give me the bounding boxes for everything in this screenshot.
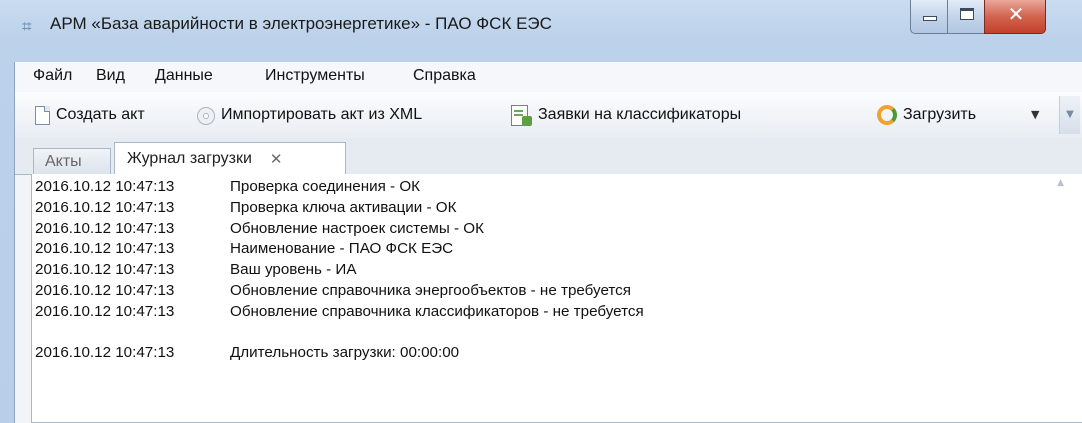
menu-tools[interactable]: Инструменты (265, 67, 365, 85)
create-act-button[interactable]: Создать акт (35, 102, 145, 128)
log-time: 2016.10.12 10:47:13 (35, 240, 175, 258)
log-message: Проверка соединения - ОК (230, 178, 420, 195)
log-entry: 2016.10.12 10:47:13 Обновление справочник… (35, 302, 644, 323)
log-time: 2016.10.12 10:47:13 (35, 302, 175, 320)
toolbar: Создать акт Импортировать акт из XML Зая… (15, 92, 1082, 139)
log-entry: 2016.10.12 10:47:13 Ваш уровень - ИА (35, 260, 644, 281)
import-disc-icon (195, 105, 215, 125)
log-entry: 2016.10.12 10:47:13 Проверка ключа актива… (35, 198, 644, 219)
log-message: Ваш уровень - ИА (230, 261, 357, 279)
close-icon: ✕ (1007, 2, 1025, 26)
load-log-panel[interactable]: ▲ 2016.10.12 10:47:13 Проверка соединения… (31, 174, 1082, 423)
log-message: Обновление настроек системы - ОК (230, 219, 484, 237)
document-icon (35, 105, 50, 125)
log-message: Проверка ключа активации - ОК (230, 198, 457, 216)
menu-bar: Файл Вид Данные Инструменты Справка (15, 62, 1082, 92)
log-entry: 2016.10.12 10:47:13 Наименование - ПАО ФС… (35, 239, 644, 260)
log-message: Обновление справочника энергообъектов - … (230, 281, 631, 299)
log-spacer (35, 323, 644, 344)
classifier-requests-button[interactable]: Заявки на классификаторы (510, 102, 741, 128)
tab-close-icon[interactable]: ✕ (270, 150, 283, 168)
log-entry: 2016.10.12 10:47:13 Обновление справочник… (35, 281, 644, 302)
load-button[interactable]: Загрузить (877, 102, 976, 128)
tab-load-log[interactable]: Журнал загрузки ✕ (114, 142, 346, 175)
menu-help[interactable]: Справка (413, 67, 476, 85)
log-entry: 2016.10.12 10:47:13 Проверка соединения -… (35, 177, 644, 198)
log-time: 2016.10.12 10:47:13 (35, 198, 175, 216)
log-message: Обновление справочника классификаторов -… (230, 302, 644, 320)
scroll-up-icon[interactable]: ▲ (1057, 178, 1064, 188)
import-xml-label: Импортировать акт из XML (221, 106, 423, 123)
create-act-label: Создать акт (56, 106, 145, 123)
menu-view[interactable]: Вид (96, 67, 125, 85)
log-time: 2016.10.12 10:47:13 (35, 261, 175, 279)
refresh-icon (877, 105, 897, 125)
load-dropdown-icon[interactable]: ▼ (1031, 108, 1039, 121)
log-time: 2016.10.12 10:47:13 (35, 344, 175, 362)
tab-acts[interactable]: Акты (33, 148, 111, 175)
hash-icon: ⌗ (22, 17, 32, 37)
minimize-icon (923, 16, 937, 21)
window-title: АРМ «База аварийности в электроэнергетик… (50, 14, 552, 33)
title-bar[interactable]: ⌗ АРМ «База аварийности в электроэнергет… (0, 0, 1082, 62)
client-area: Файл Вид Данные Инструменты Справка Созд… (14, 62, 1082, 423)
close-button[interactable]: ✕ (984, 0, 1046, 34)
classifier-requests-label: Заявки на классификаторы (538, 106, 742, 123)
tab-acts-label: Акты (45, 153, 82, 170)
log-summary: 2016.10.12 10:47:13 Длительность загрузки… (35, 343, 644, 364)
maximize-button[interactable] (947, 0, 985, 34)
tab-load-log-label: Журнал загрузки (127, 149, 252, 167)
menu-file[interactable]: Файл (33, 67, 72, 85)
tab-strip: Акты Журнал загрузки ✕ (15, 138, 1082, 175)
load-label: Загрузить (903, 106, 977, 123)
toolbar-overflow-button[interactable]: ▼ (1059, 96, 1080, 134)
maximize-icon (960, 8, 974, 20)
import-xml-button[interactable]: Импортировать акт из XML (195, 102, 422, 128)
requests-icon (510, 104, 532, 126)
log-list: 2016.10.12 10:47:13 Проверка соединения -… (35, 177, 644, 364)
menu-data[interactable]: Данные (155, 67, 213, 85)
log-time: 2016.10.12 10:47:13 (35, 219, 175, 237)
log-time: 2016.10.12 10:47:13 (35, 178, 175, 195)
log-time: 2016.10.12 10:47:13 (35, 281, 175, 299)
log-message: Наименование - ПАО ФСК ЕЭС (230, 240, 454, 258)
application-window: ⌗ АРМ «База аварийности в электроэнергет… (0, 0, 1082, 423)
minimize-button[interactable] (910, 0, 948, 34)
log-message: Длительность загрузки: 00:00:00 (230, 344, 460, 362)
log-entry: 2016.10.12 10:47:13 Обновление настроек с… (35, 219, 644, 240)
